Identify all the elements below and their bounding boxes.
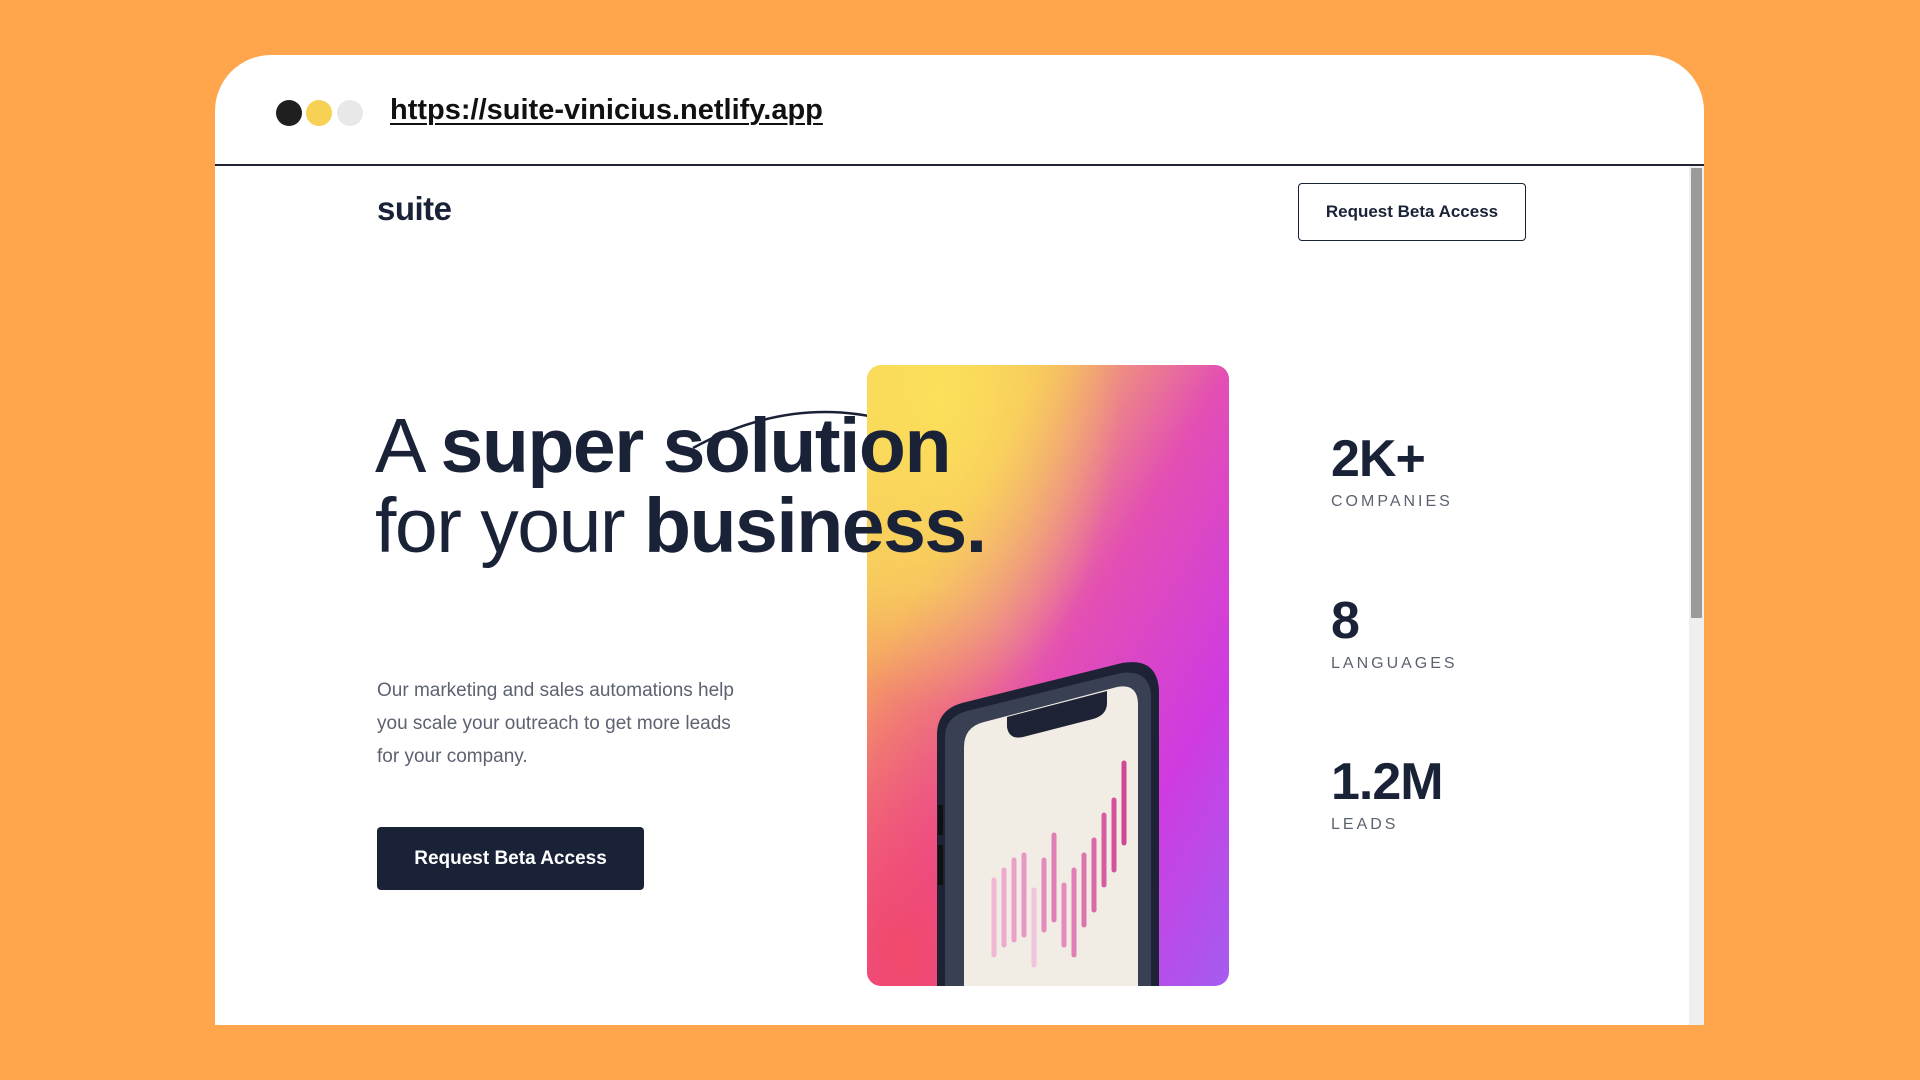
stat-value: 1.2M <box>1331 753 1444 811</box>
page-viewport: suite Request Beta Access A super soluti… <box>215 166 1689 1025</box>
scrollbar-thumb[interactable] <box>1691 168 1702 618</box>
stat-value: 8 <box>1331 592 1360 650</box>
hero-request-beta-button[interactable]: Request Beta Access <box>377 827 644 890</box>
window-close-dot-icon[interactable] <box>276 100 302 126</box>
browser-window: https://suite-vinicius.netlify.app suite… <box>215 55 1704 1025</box>
headline-line1-bold: super solution <box>440 403 952 489</box>
hero-headline: A super solution for your business. <box>375 403 987 569</box>
vertical-scrollbar[interactable] <box>1689 166 1704 1025</box>
stat-languages: 8 LANGUAGES <box>1331 593 1458 673</box>
headline-line2-bold: business. <box>643 483 987 569</box>
browser-titlebar: https://suite-vinicius.netlify.app <box>215 55 1704 166</box>
stat-label: COMPANIES <box>1331 493 1453 510</box>
stat-label: LANGUAGES <box>1331 655 1458 672</box>
site-logo[interactable]: suite <box>377 190 452 228</box>
nav-request-beta-button[interactable]: Request Beta Access <box>1298 183 1526 241</box>
headline-line2-light: for your <box>375 483 644 569</box>
stat-leads: 1.2M LEADS <box>1331 753 1444 834</box>
window-minimize-dot-icon[interactable] <box>306 100 332 126</box>
hero-description: Our marketing and sales automations help… <box>377 680 734 767</box>
stat-value: 2K+ <box>1331 430 1426 488</box>
headline-line1-light: A <box>375 403 441 489</box>
stat-companies: 2K+ COMPANIES <box>1331 431 1453 511</box>
window-maximize-dot-icon[interactable] <box>337 100 363 126</box>
stat-label: LEADS <box>1331 816 1399 833</box>
address-bar-url[interactable]: https://suite-vinicius.netlify.app <box>390 94 823 127</box>
